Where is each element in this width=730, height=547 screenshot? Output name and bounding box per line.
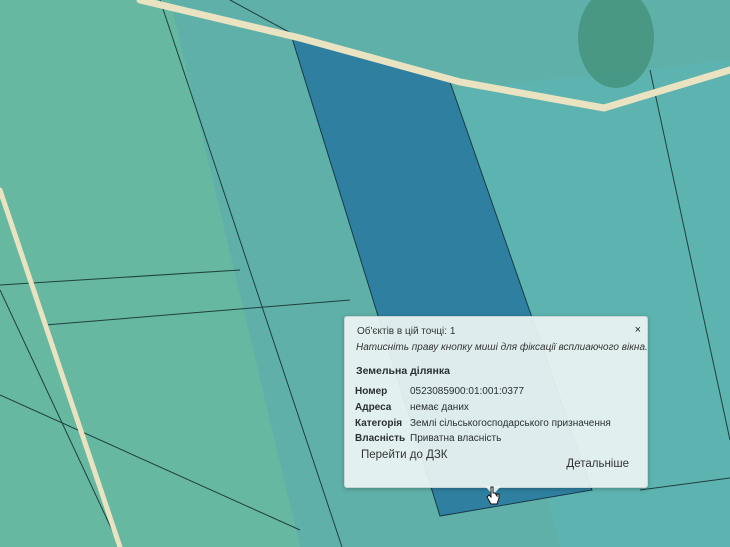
field-ownership: Власність Приватна власність	[355, 433, 501, 444]
field-label: Номер	[355, 386, 388, 397]
parcel-info-popup: Об'єктів в цій точці: 1 × Натисніть прав…	[344, 316, 648, 495]
field-value: Землі сільськогосподарського призначення	[410, 418, 611, 429]
field-number: Номер 0523085900:01:001:0377	[355, 386, 524, 397]
hand-cursor-icon	[486, 486, 500, 505]
field-address: Адреса немає даних	[355, 402, 469, 413]
field-label: Власність	[355, 433, 406, 444]
field-value: 0523085900:01:001:0377	[410, 386, 525, 397]
field-label: Категорія	[355, 418, 403, 429]
hint-text: Натисніть праву кнопку миші для фіксації…	[356, 342, 648, 353]
details-link[interactable]: Детальніше	[566, 458, 629, 470]
close-icon[interactable]: ×	[635, 324, 641, 336]
section-title: Земельна ділянка	[356, 365, 450, 377]
field-label: Адреса	[355, 402, 392, 413]
go-to-dzk-link[interactable]: Перейти до ДЗК	[361, 449, 448, 461]
field-value: Приватна власність	[410, 433, 502, 444]
field-value: немає даних	[410, 402, 469, 413]
field-category: Категорія Землі сільськогосподарського п…	[355, 418, 611, 429]
objects-count-text: Об'єктів в цій точці: 1	[357, 326, 456, 337]
